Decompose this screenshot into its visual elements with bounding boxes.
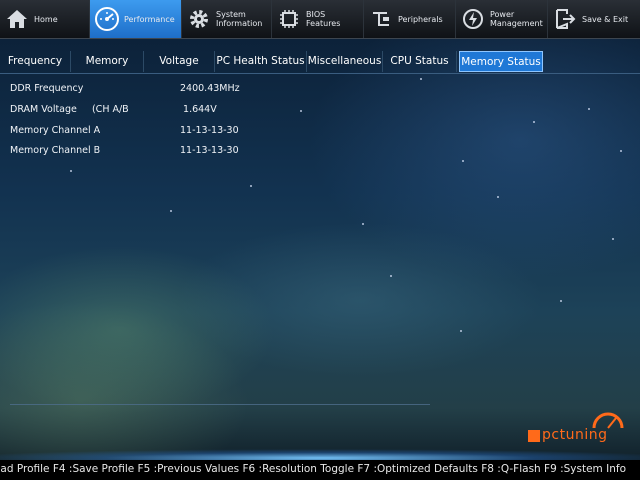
plug-icon (368, 6, 394, 32)
home-icon (4, 6, 30, 32)
nav-performance[interactable]: Performance (90, 0, 182, 38)
top-navigation: Home Performance System Information BIOS… (0, 0, 640, 39)
dram-voltage-value: 1.644V (180, 104, 217, 115)
pctuning-watermark: pctuning (526, 406, 630, 446)
nav-power-management[interactable]: Power Management (456, 0, 548, 38)
memory-channel-b-value: 11-13-13-30 (180, 145, 239, 156)
nav-bios-features[interactable]: BIOS Features (272, 0, 364, 38)
nav-save-exit-label: Save & Exit (582, 14, 629, 24)
memory-channel-b-label: Memory Channel B (10, 145, 101, 156)
exit-door-icon (552, 6, 578, 32)
nav-bios-features-label: BIOS Features (306, 10, 341, 28)
hotkey-text: oad Profile F4 :Save Profile F5 :Previou… (0, 463, 626, 475)
tab-memory[interactable]: Memory (71, 51, 144, 72)
tab-pc-health-status[interactable]: PC Health Status (215, 51, 307, 72)
tab-miscellaneous[interactable]: Miscellaneous (307, 51, 383, 72)
nav-home-label: Home (34, 14, 58, 24)
nav-system-information[interactable]: System Information (182, 0, 272, 38)
tab-frequency[interactable]: Frequency (0, 51, 71, 72)
tab-cpu-status[interactable]: CPU Status (383, 51, 457, 72)
power-icon (460, 6, 486, 32)
nav-peripherals[interactable]: Peripherals (364, 0, 456, 38)
tab-voltage[interactable]: Voltage (144, 51, 215, 72)
nav-save-exit[interactable]: Save & Exit (548, 0, 640, 38)
sub-tab-bar: Frequency Memory Voltage PC Health Statu… (0, 51, 543, 73)
speedometer-icon (94, 6, 120, 32)
footer-glow (0, 446, 640, 460)
hotkey-bar: oad Profile F4 :Save Profile F5 :Previou… (0, 460, 640, 480)
ddr-frequency-value: 2400.43MHz (180, 83, 240, 94)
memory-channel-a-value: 11-13-13-30 (180, 125, 239, 136)
nav-performance-label: Performance (124, 14, 175, 24)
nav-home[interactable]: Home (0, 0, 90, 38)
tab-memory-status[interactable]: Memory Status (459, 51, 543, 72)
nav-peripherals-label: Peripherals (398, 14, 443, 24)
sub-tab-divider (0, 73, 640, 74)
nav-power-management-label: Power Management (490, 10, 543, 28)
dram-voltage-label: DRAM Voltage (CH A/B (10, 104, 129, 115)
chip-icon (276, 6, 302, 32)
help-divider (10, 404, 430, 405)
nav-system-information-label: System Information (216, 10, 263, 28)
gear-icon (186, 6, 212, 32)
watermark-text: pctuning (542, 427, 608, 443)
memory-channel-a-label: Memory Channel A (10, 125, 101, 136)
ddr-frequency-label: DDR Frequency (10, 83, 84, 94)
